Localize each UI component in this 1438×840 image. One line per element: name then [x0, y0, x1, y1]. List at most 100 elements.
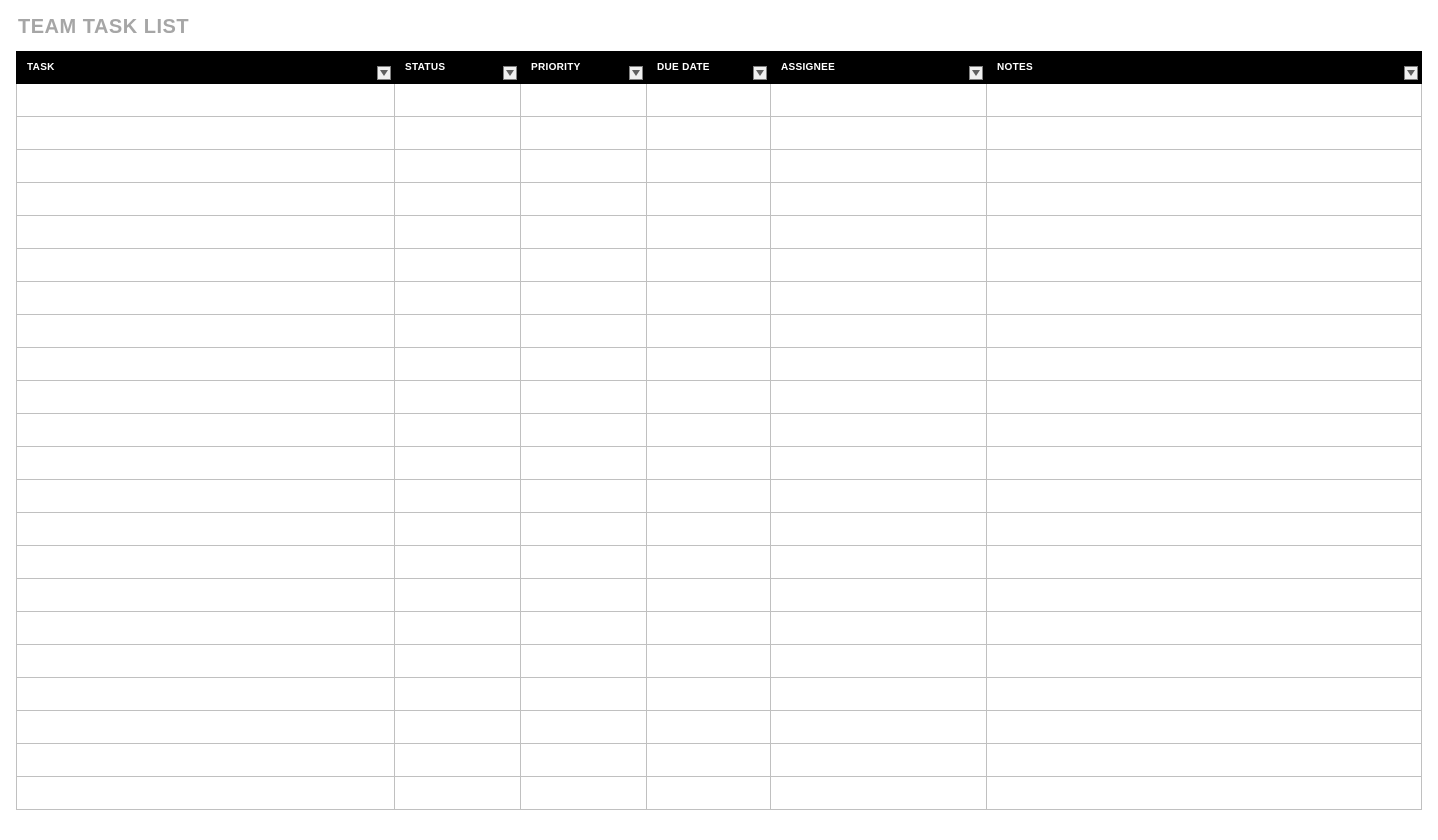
cell-priority[interactable] [521, 249, 647, 282]
cell-assignee[interactable] [771, 216, 987, 249]
cell-status[interactable] [395, 150, 521, 183]
filter-dropdown-icon[interactable] [503, 66, 517, 80]
cell-priority[interactable] [521, 447, 647, 480]
cell-duedate[interactable] [647, 744, 771, 777]
cell-duedate[interactable] [647, 315, 771, 348]
cell-priority[interactable] [521, 777, 647, 810]
cell-task[interactable] [17, 216, 395, 249]
cell-priority[interactable] [521, 117, 647, 150]
cell-duedate[interactable] [647, 117, 771, 150]
cell-duedate[interactable] [647, 612, 771, 645]
cell-assignee[interactable] [771, 579, 987, 612]
cell-notes[interactable] [987, 546, 1422, 579]
cell-duedate[interactable] [647, 777, 771, 810]
cell-assignee[interactable] [771, 282, 987, 315]
cell-duedate[interactable] [647, 678, 771, 711]
cell-status[interactable] [395, 612, 521, 645]
cell-task[interactable] [17, 744, 395, 777]
cell-assignee[interactable] [771, 678, 987, 711]
cell-assignee[interactable] [771, 447, 987, 480]
cell-assignee[interactable] [771, 117, 987, 150]
cell-priority[interactable] [521, 150, 647, 183]
cell-task[interactable] [17, 447, 395, 480]
cell-status[interactable] [395, 282, 521, 315]
cell-duedate[interactable] [647, 249, 771, 282]
cell-status[interactable] [395, 216, 521, 249]
cell-status[interactable] [395, 414, 521, 447]
cell-notes[interactable] [987, 447, 1422, 480]
cell-task[interactable] [17, 579, 395, 612]
cell-task[interactable] [17, 150, 395, 183]
cell-notes[interactable] [987, 117, 1422, 150]
cell-notes[interactable] [987, 84, 1422, 117]
cell-status[interactable] [395, 645, 521, 678]
cell-task[interactable] [17, 414, 395, 447]
cell-notes[interactable] [987, 249, 1422, 282]
cell-assignee[interactable] [771, 513, 987, 546]
cell-status[interactable] [395, 315, 521, 348]
cell-status[interactable] [395, 348, 521, 381]
cell-status[interactable] [395, 546, 521, 579]
cell-assignee[interactable] [771, 150, 987, 183]
cell-priority[interactable] [521, 579, 647, 612]
cell-task[interactable] [17, 282, 395, 315]
cell-status[interactable] [395, 183, 521, 216]
filter-dropdown-icon[interactable] [969, 66, 983, 80]
cell-priority[interactable] [521, 84, 647, 117]
cell-duedate[interactable] [647, 381, 771, 414]
filter-dropdown-icon[interactable] [753, 66, 767, 80]
cell-status[interactable] [395, 744, 521, 777]
cell-task[interactable] [17, 645, 395, 678]
cell-notes[interactable] [987, 513, 1422, 546]
cell-status[interactable] [395, 678, 521, 711]
cell-assignee[interactable] [771, 183, 987, 216]
cell-notes[interactable] [987, 216, 1422, 249]
filter-dropdown-icon[interactable] [377, 66, 391, 80]
cell-priority[interactable] [521, 546, 647, 579]
cell-task[interactable] [17, 117, 395, 150]
cell-duedate[interactable] [647, 645, 771, 678]
cell-notes[interactable] [987, 612, 1422, 645]
cell-status[interactable] [395, 381, 521, 414]
cell-status[interactable] [395, 513, 521, 546]
cell-notes[interactable] [987, 777, 1422, 810]
cell-priority[interactable] [521, 513, 647, 546]
cell-task[interactable] [17, 513, 395, 546]
cell-notes[interactable] [987, 579, 1422, 612]
cell-assignee[interactable] [771, 711, 987, 744]
cell-assignee[interactable] [771, 777, 987, 810]
cell-duedate[interactable] [647, 447, 771, 480]
cell-task[interactable] [17, 711, 395, 744]
cell-status[interactable] [395, 447, 521, 480]
cell-duedate[interactable] [647, 282, 771, 315]
cell-task[interactable] [17, 480, 395, 513]
cell-status[interactable] [395, 777, 521, 810]
cell-assignee[interactable] [771, 315, 987, 348]
cell-priority[interactable] [521, 282, 647, 315]
filter-dropdown-icon[interactable] [629, 66, 643, 80]
cell-assignee[interactable] [771, 612, 987, 645]
cell-duedate[interactable] [647, 183, 771, 216]
cell-assignee[interactable] [771, 414, 987, 447]
cell-priority[interactable] [521, 216, 647, 249]
cell-notes[interactable] [987, 282, 1422, 315]
cell-priority[interactable] [521, 744, 647, 777]
cell-duedate[interactable] [647, 216, 771, 249]
cell-task[interactable] [17, 183, 395, 216]
cell-notes[interactable] [987, 315, 1422, 348]
cell-status[interactable] [395, 579, 521, 612]
cell-duedate[interactable] [647, 150, 771, 183]
cell-task[interactable] [17, 249, 395, 282]
cell-priority[interactable] [521, 348, 647, 381]
cell-task[interactable] [17, 546, 395, 579]
cell-assignee[interactable] [771, 480, 987, 513]
cell-status[interactable] [395, 84, 521, 117]
cell-notes[interactable] [987, 711, 1422, 744]
cell-status[interactable] [395, 117, 521, 150]
cell-duedate[interactable] [647, 579, 771, 612]
cell-status[interactable] [395, 249, 521, 282]
cell-priority[interactable] [521, 678, 647, 711]
cell-priority[interactable] [521, 183, 647, 216]
cell-duedate[interactable] [647, 546, 771, 579]
cell-assignee[interactable] [771, 348, 987, 381]
